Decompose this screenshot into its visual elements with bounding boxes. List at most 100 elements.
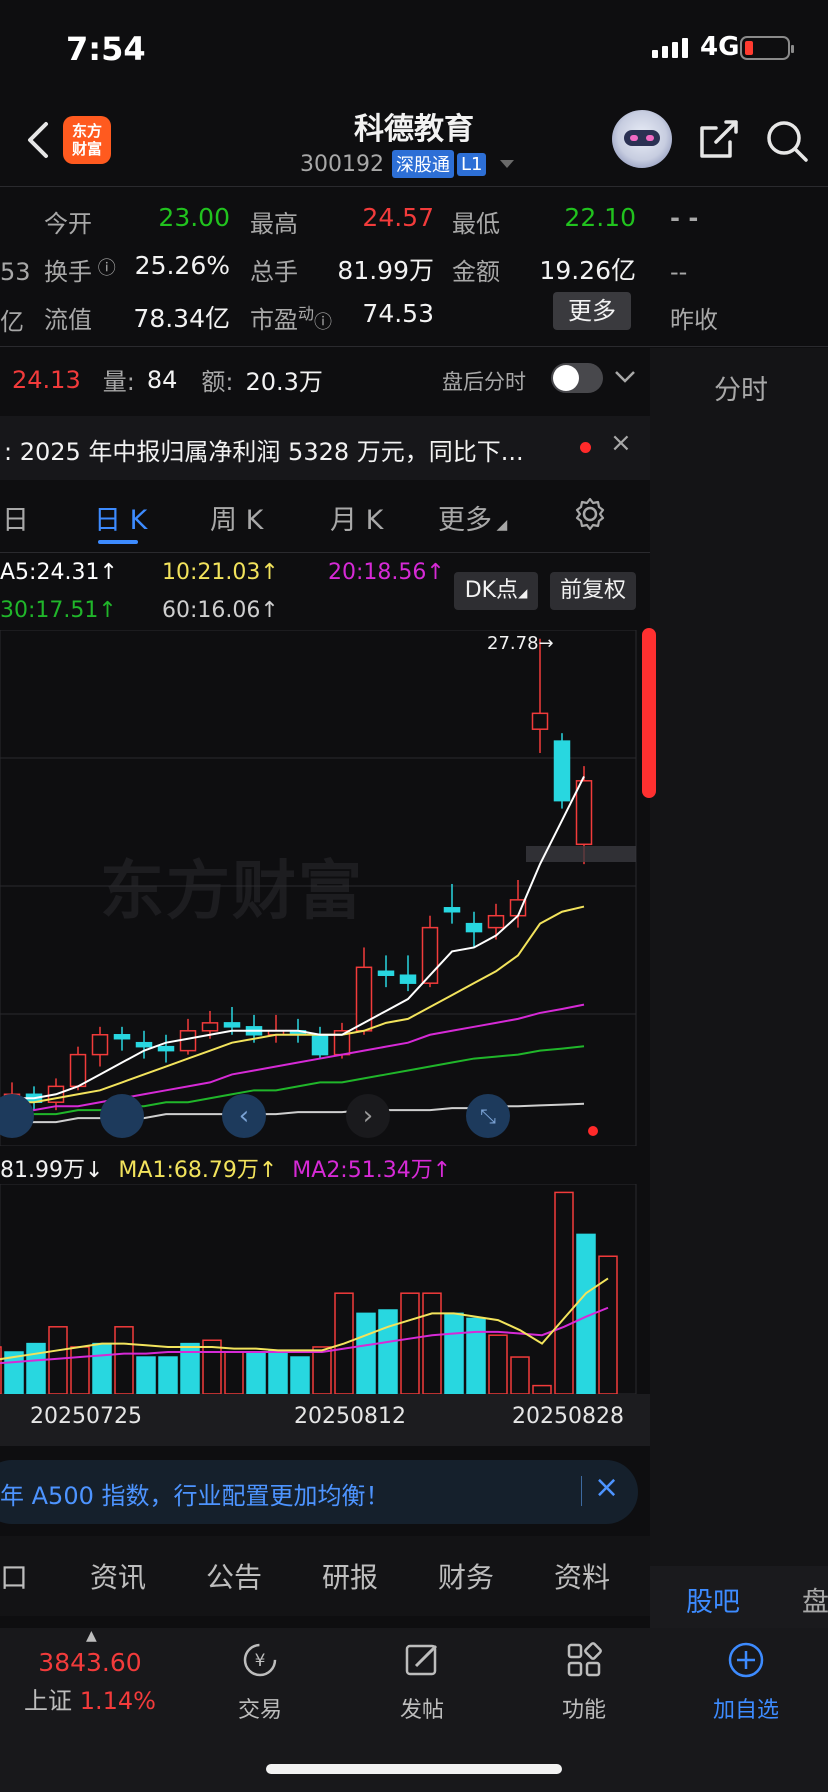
tab-day[interactable]: 日 bbox=[2, 498, 29, 537]
network-type: 4G bbox=[700, 32, 740, 62]
after-hours-toggle[interactable] bbox=[551, 363, 603, 393]
ma-line-ma10 bbox=[12, 905, 585, 1104]
volume-bar bbox=[510, 1356, 530, 1394]
tab-finance[interactable]: 财务 bbox=[438, 1556, 494, 1596]
intraday-side-panel[interactable]: 分时 股吧 盘 bbox=[642, 348, 828, 1628]
turnover-value: 25.26% bbox=[134, 251, 230, 280]
candle-body bbox=[311, 1034, 329, 1056]
tab-entry[interactable]: 口 bbox=[0, 1556, 28, 1596]
open-label: 今开 bbox=[44, 210, 92, 238]
promo-text[interactable]: 年 A500 指数，行业配置更加均衡！ bbox=[0, 1476, 389, 1511]
high-value: 24.57 bbox=[362, 203, 434, 232]
volume-bar bbox=[114, 1326, 134, 1394]
share-icon[interactable] bbox=[696, 118, 740, 162]
date-axis: 20250725 20250812 20250828 bbox=[0, 1394, 650, 1446]
tab-research[interactable]: 研报 bbox=[322, 1556, 378, 1596]
volume-chart[interactable] bbox=[0, 1184, 640, 1394]
volume-bar bbox=[0, 1346, 2, 1394]
tab-underline bbox=[98, 540, 138, 544]
close-icon[interactable]: × bbox=[610, 428, 632, 458]
tab-announcements[interactable]: 公告 bbox=[206, 1556, 262, 1596]
close-icon[interactable]: × bbox=[594, 1470, 619, 1505]
low-value: 22.10 bbox=[564, 203, 636, 232]
search-icon[interactable] bbox=[764, 118, 810, 164]
volume-value: 81.99万 bbox=[337, 256, 434, 285]
volume-bar bbox=[48, 1326, 68, 1394]
amount-label: 金额 bbox=[452, 258, 500, 286]
tab-daily-k[interactable]: 日 K bbox=[94, 498, 147, 537]
pe-label: 市盈动ⓘ bbox=[250, 304, 333, 334]
tab-pan[interactable]: 盘 bbox=[802, 1580, 828, 1619]
side-left-2: 亿 bbox=[0, 308, 24, 336]
after-hours-row: 24.13 量: 84 额: 20.3万 bbox=[12, 362, 323, 397]
volume-bar bbox=[312, 1346, 332, 1394]
candle-body bbox=[399, 974, 417, 984]
fullscreen-icon[interactable]: ⤡ bbox=[466, 1094, 510, 1138]
tab-monthly-k[interactable]: 月 K bbox=[330, 498, 383, 537]
candle-body bbox=[377, 970, 395, 976]
edit-icon bbox=[405, 1644, 438, 1676]
candle-body bbox=[531, 712, 549, 730]
legend-vol: 81.99万↓ bbox=[0, 1158, 104, 1183]
volume-bar bbox=[488, 1334, 508, 1394]
candle-body bbox=[487, 914, 505, 929]
dk-point-button[interactable]: DK点◢ bbox=[454, 572, 538, 610]
stock-code-line[interactable]: 300192 深股通 L1 bbox=[300, 150, 516, 178]
candle-body bbox=[201, 1022, 219, 1032]
level-tag: L1 bbox=[456, 152, 487, 176]
candle-body bbox=[157, 1045, 175, 1052]
index-name: 上证 bbox=[24, 1687, 73, 1715]
float-cap-label: 流值 bbox=[44, 306, 92, 334]
scroll-right-icon[interactable]: › bbox=[346, 1094, 390, 1138]
volume-bar bbox=[444, 1312, 464, 1394]
date-tick: 20250725 bbox=[30, 1404, 142, 1429]
gear-icon[interactable] bbox=[572, 496, 608, 532]
after-hours-amount: 20.3万 bbox=[245, 368, 323, 396]
legend-ma30: 30:17.51↑ bbox=[0, 598, 117, 623]
index-widget[interactable]: 3843.60 上证 1.14% bbox=[20, 1648, 160, 1716]
after-hours-volume: 84 bbox=[146, 365, 178, 394]
tab-weekly-k[interactable]: 周 K bbox=[210, 498, 263, 537]
tab-more[interactable]: 更多 ◢ bbox=[438, 498, 507, 537]
chevron-down-icon[interactable] bbox=[614, 370, 636, 384]
battery-icon bbox=[740, 36, 794, 60]
tab-intraday[interactable]: 分时 bbox=[714, 368, 768, 407]
tab-guba[interactable]: 股吧 bbox=[686, 1580, 740, 1619]
tab-profile[interactable]: 资料 bbox=[554, 1556, 610, 1596]
volume-bar bbox=[598, 1255, 618, 1394]
volume-bar bbox=[554, 1191, 574, 1394]
caret-up-icon: ▲ bbox=[86, 1628, 97, 1644]
home-indicator bbox=[266, 1764, 562, 1774]
index-change: 1.14% bbox=[79, 1687, 156, 1715]
caret-down-icon bbox=[500, 160, 515, 168]
legend-ma10: 10:21.03↑ bbox=[162, 560, 279, 585]
candle-body bbox=[91, 1034, 109, 1056]
volume-label: 总手 bbox=[250, 258, 298, 286]
nav-add-watchlist[interactable]: 加自选 bbox=[686, 1640, 806, 1724]
nav-functions[interactable]: 功能 bbox=[524, 1640, 644, 1724]
more-quote-button[interactable]: 更多 bbox=[553, 292, 631, 330]
after-hours-toggle-label: 盘后分时 bbox=[442, 370, 526, 394]
volume-bar bbox=[422, 1292, 442, 1394]
tab-news[interactable]: 资讯 bbox=[90, 1556, 146, 1596]
price-adjust-button[interactable]: 前复权 bbox=[550, 572, 636, 610]
kline-chart[interactable] bbox=[0, 630, 640, 1146]
scroll-left-icon[interactable]: ‹ bbox=[222, 1094, 266, 1138]
nav-post[interactable]: 发帖 bbox=[362, 1640, 482, 1724]
turnover-label: 换手 ⓘ bbox=[44, 258, 116, 286]
news-bar[interactable]: : 2025 年中报归属净利润 5328 万元，同比下... × bbox=[0, 416, 650, 480]
news-text[interactable]: : 2025 年中报归属净利润 5328 万元，同比下... bbox=[4, 432, 524, 467]
promo-banner[interactable]: 年 A500 指数，行业配置更加均衡！ × bbox=[0, 1460, 638, 1524]
side-right-1: - - bbox=[670, 204, 699, 232]
candle-body bbox=[575, 780, 593, 846]
volume-bar bbox=[70, 1346, 90, 1394]
assistant-robot-icon[interactable] bbox=[612, 110, 672, 168]
amount-value: 19.26亿 bbox=[539, 256, 636, 285]
trade-icon: ¥ bbox=[243, 1643, 277, 1677]
low-label: 最低 bbox=[452, 210, 500, 238]
status-time: 7:54 bbox=[66, 30, 146, 68]
volume-bar bbox=[224, 1351, 244, 1394]
volume-bar bbox=[378, 1309, 398, 1394]
zoom-in-icon[interactable] bbox=[100, 1094, 144, 1138]
nav-trade[interactable]: ¥ 交易 bbox=[200, 1640, 320, 1724]
